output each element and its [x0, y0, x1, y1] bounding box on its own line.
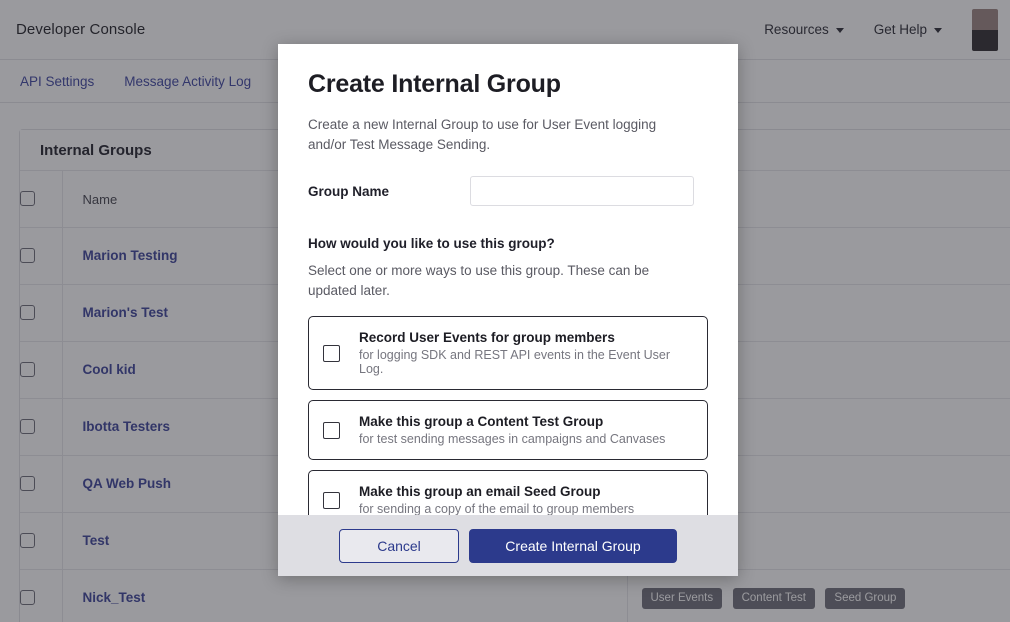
option-text-wrap: Record User Events for group members for… — [359, 330, 693, 376]
content-test-group-checkbox[interactable] — [323, 421, 340, 439]
option-title: Make this group a Content Test Group — [359, 414, 604, 430]
option-text-wrap: Make this group a Content Test Group for… — [359, 414, 665, 446]
option-text-wrap: Make this group an email Seed Group for … — [359, 484, 634, 515]
group-name-input[interactable] — [470, 176, 694, 207]
create-internal-group-modal: Create Internal Group Create a new Inter… — [278, 44, 738, 576]
modal-title: Create Internal Group — [308, 70, 561, 98]
option-description: for sending a copy of the email to group… — [359, 502, 635, 515]
group-name-label: Group Name — [308, 183, 390, 199]
modal-body: Create Internal Group Create a new Inter… — [278, 44, 738, 515]
modal-subtitle: Create a new Internal Group to use for U… — [308, 117, 657, 152]
group-name-field-row: Group Name — [308, 176, 708, 207]
option-title: Record User Events for group members — [359, 330, 615, 346]
option-record-user-events[interactable]: Record User Events for group members for… — [308, 316, 708, 391]
usage-section-help: Select one or more ways to use this grou… — [308, 263, 650, 298]
record-user-events-checkbox[interactable] — [323, 344, 340, 362]
option-description: for logging SDK and REST API events in t… — [359, 348, 671, 377]
option-email-seed-group[interactable]: Make this group an email Seed Group for … — [308, 470, 708, 515]
option-title: Make this group an email Seed Group — [359, 484, 601, 500]
modal-footer: Cancel Create Internal Group — [278, 515, 738, 576]
create-internal-group-button[interactable]: Create Internal Group — [469, 528, 677, 563]
option-content-test-group[interactable]: Make this group a Content Test Group for… — [308, 400, 708, 461]
page-root: Developer Console Resources Get Help API… — [0, 0, 1010, 622]
option-description: for test sending messages in campaigns a… — [359, 432, 666, 447]
cancel-button[interactable]: Cancel — [339, 528, 459, 563]
email-seed-group-checkbox[interactable] — [323, 491, 340, 509]
usage-section-question: How would you like to use this group? — [308, 236, 555, 252]
